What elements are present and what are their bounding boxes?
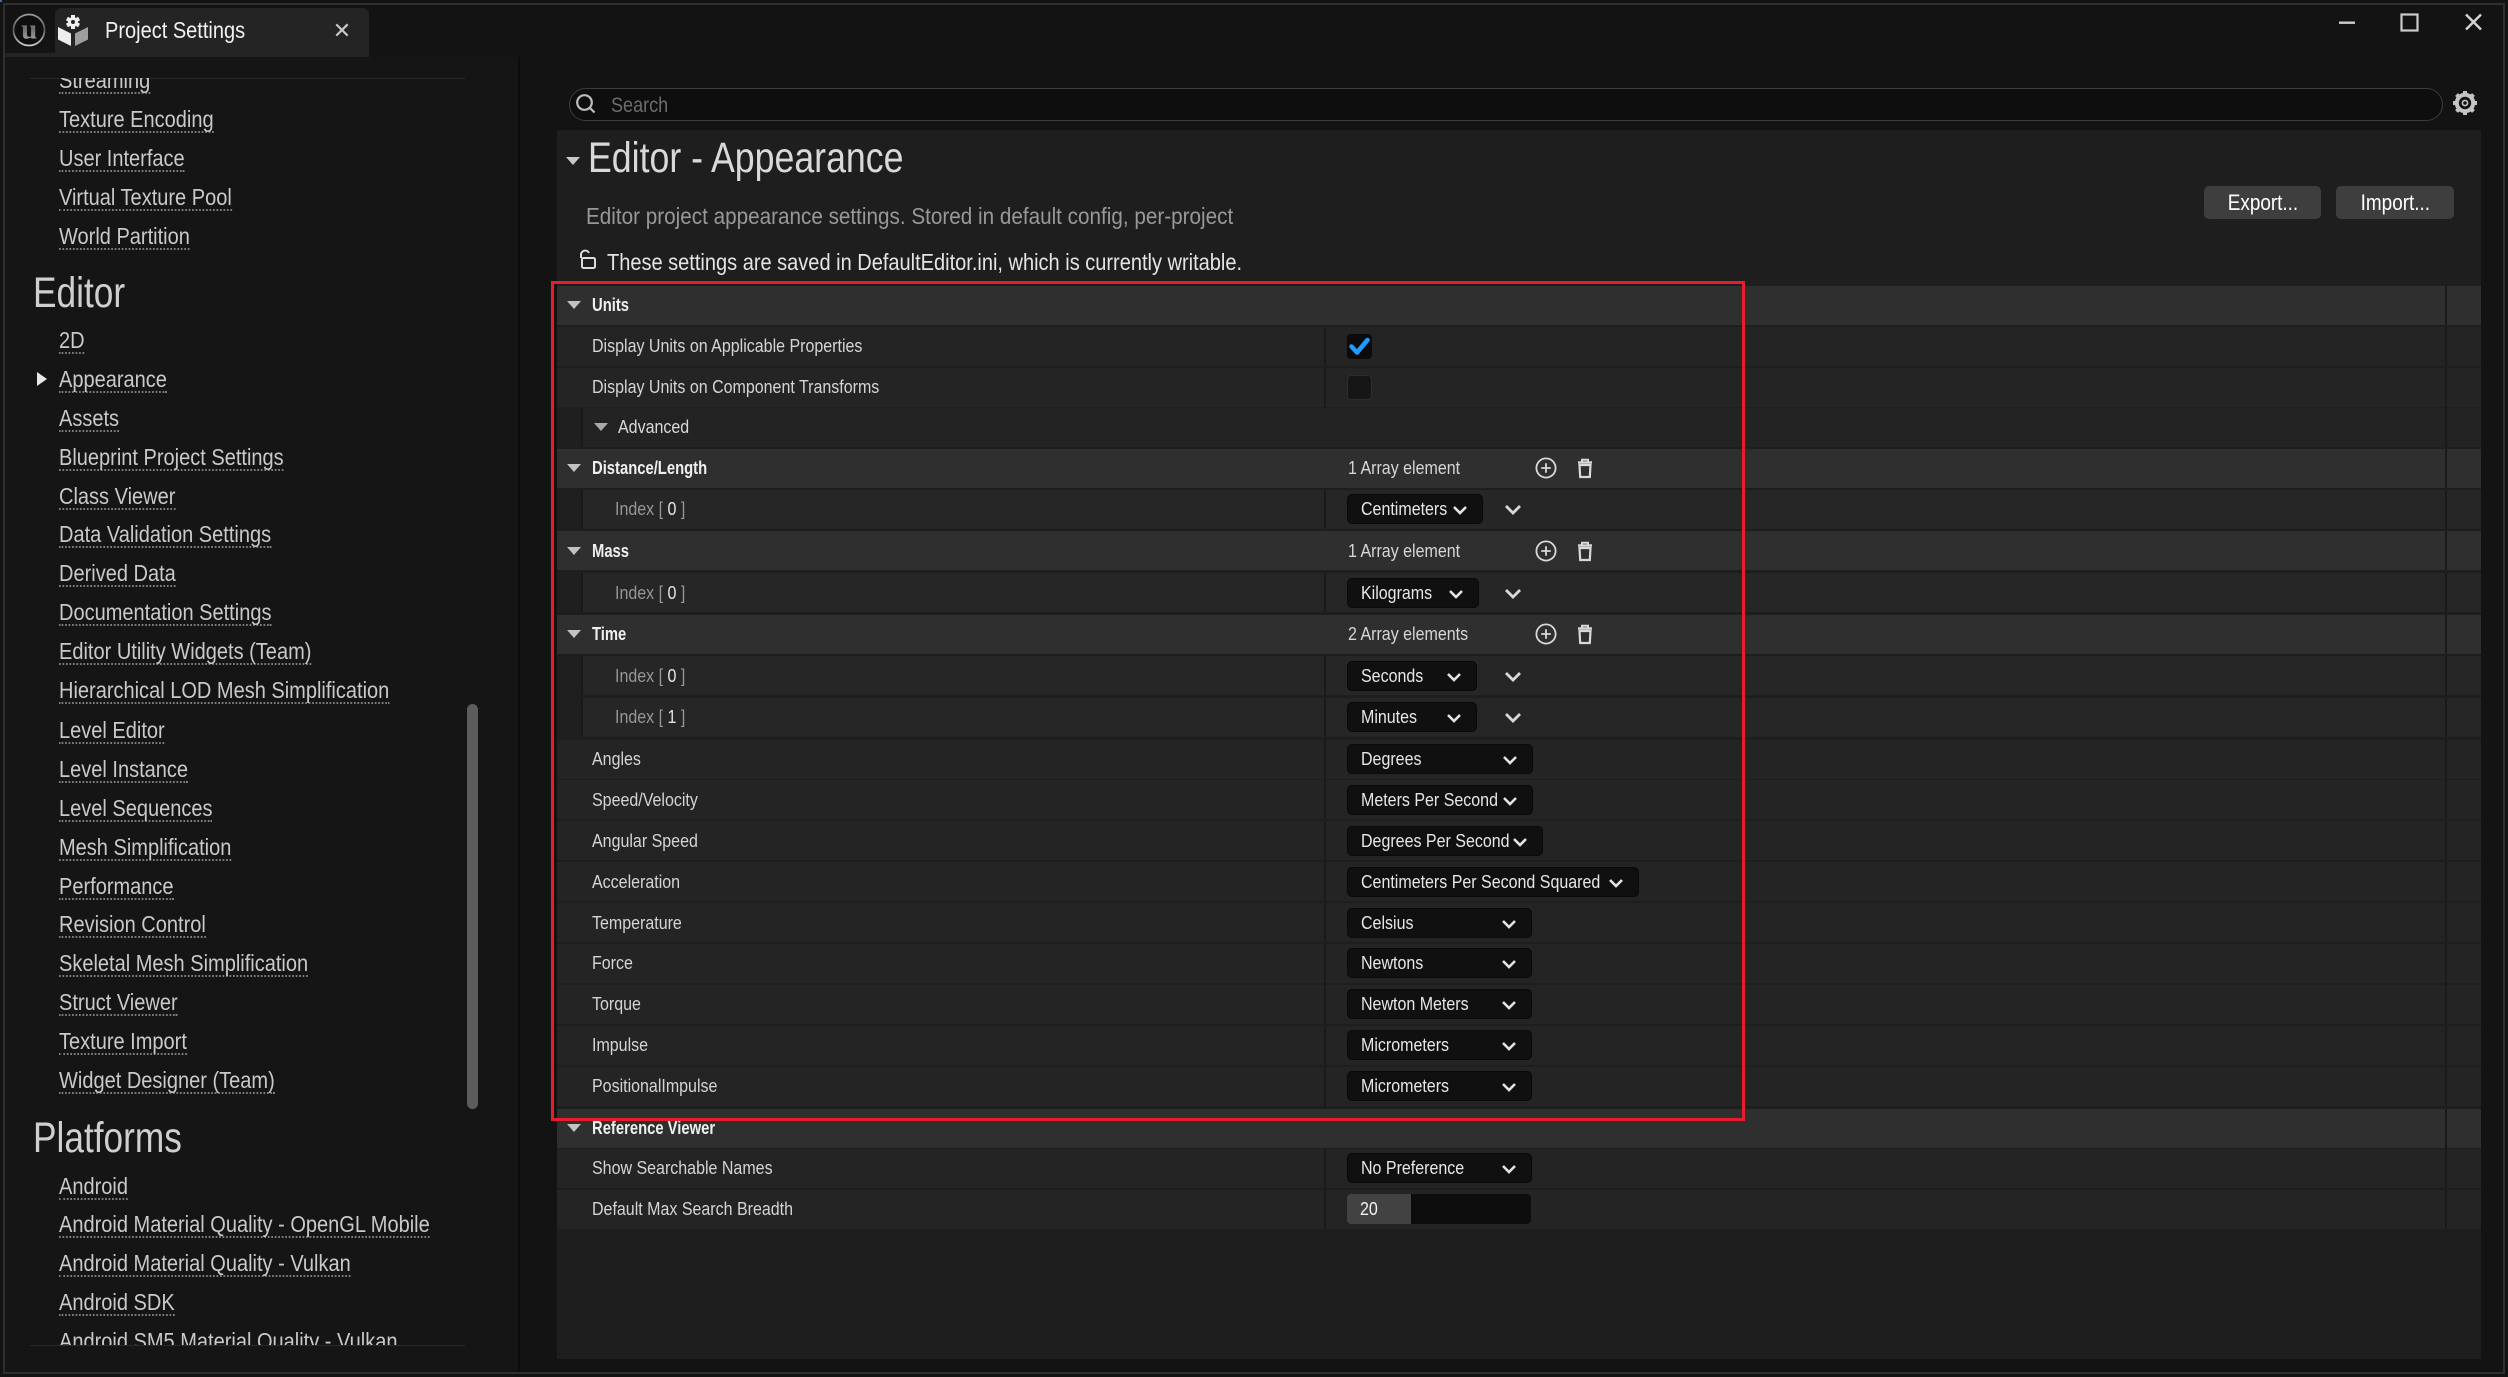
- svg-text:u: u: [21, 14, 37, 46]
